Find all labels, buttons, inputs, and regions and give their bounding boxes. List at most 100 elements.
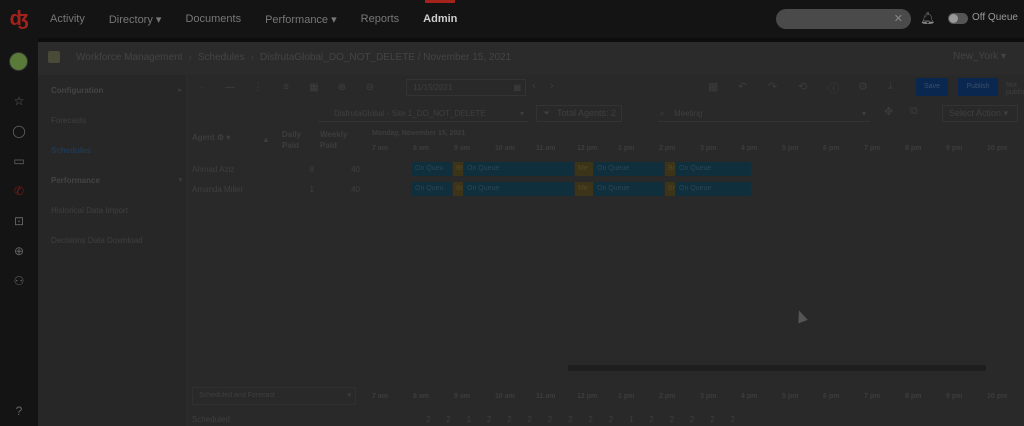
scheduled-forecast-select[interactable]: Scheduled and Forecast ▾ xyxy=(192,387,356,405)
add-user-icon[interactable]: ⚇ xyxy=(11,273,27,289)
schedule-segment[interactable]: On Queue xyxy=(464,162,574,176)
nav-admin[interactable]: Admin xyxy=(411,0,469,38)
schedule-segment[interactable]: On Queue xyxy=(594,182,664,196)
weekly-paid-header: Weekly Paid xyxy=(320,130,348,150)
zoom-out-icon[interactable]: ⊖ xyxy=(356,82,384,93)
schedule-segment[interactable]: On Queu xyxy=(412,162,452,176)
nav-activity[interactable]: Activity xyxy=(38,0,97,38)
warning-icon: ▲ xyxy=(262,135,270,144)
app-root: ʤ Activity Directory ▾ Documents Perform… xyxy=(0,0,1024,426)
activity-select[interactable]: ⌕ Meeting ▾ xyxy=(658,105,870,122)
gear-icon[interactable]: ⚙ xyxy=(858,80,868,93)
scheduled-count: 2 xyxy=(588,415,593,424)
timezone-select[interactable]: New_York ▾ xyxy=(953,51,1006,62)
sidebar-item-historical-import[interactable]: Historical Data Import xyxy=(38,195,186,225)
schedule-segment[interactable]: Me xyxy=(575,162,593,176)
sidebar-item-performance[interactable]: Performance ▾ xyxy=(38,165,186,195)
schedule-segment[interactable]: Br xyxy=(665,162,675,176)
nav-documents[interactable]: Documents xyxy=(173,0,253,38)
sidebar-item-forecasts[interactable]: Forecasts xyxy=(38,105,186,135)
daily-paid: 8 xyxy=(309,165,314,174)
info-icon[interactable]: ⓘ xyxy=(828,80,839,96)
back-icon[interactable] xyxy=(48,51,60,63)
nav-reports[interactable]: Reports xyxy=(349,0,412,38)
breadcrumb-current: DisfrutaGlobal_DO_NOT_DELETE / November … xyxy=(259,51,512,63)
calendar-icon[interactable]: ▦ xyxy=(513,80,521,95)
sidebar-item-schedules[interactable]: Schedules xyxy=(38,135,186,165)
hour-label: 5 pm xyxy=(782,145,799,152)
horizontal-scrollbar[interactable] xyxy=(568,365,986,371)
agent-column-header[interactable]: Agent ⚙ ▾ xyxy=(192,133,230,142)
schedule-segment[interactable]: On Queue xyxy=(676,182,751,196)
schedule-grid: Agent ⚙ ▾ ▲ Daily Paid Weekly Paid Monday,… xyxy=(188,129,1024,357)
sidebar-item-decisions-download[interactable]: Decisions Data Download xyxy=(38,225,186,255)
agent-name[interactable]: Amanda Miller xyxy=(192,185,243,194)
minus-icon[interactable]: · xyxy=(188,82,216,93)
hour-label: 3 pm xyxy=(700,393,717,400)
calendar-add-icon[interactable]: ▦ xyxy=(708,80,718,93)
schedule-content: · — ⋮ ≡ ▦ ⊕ ⊖ 11/15/2021 ▦ ‹ › ▦ ↶ ↷ ⟲ ⓘ … xyxy=(188,75,1024,426)
hour-label: 8 pm xyxy=(905,393,922,400)
prev-day-icon[interactable]: ‹ xyxy=(532,80,536,92)
nav-directory[interactable]: Directory ▾ xyxy=(97,0,174,38)
chat-icon[interactable]: ◯ xyxy=(11,123,27,139)
select-action-dropdown[interactable]: Select Action ▾ xyxy=(942,105,1018,122)
hour-label: 10 am xyxy=(495,145,515,152)
avatar[interactable] xyxy=(9,52,28,71)
zoom-in-icon[interactable]: ⊕ xyxy=(328,82,356,93)
more-vertical-icon[interactable]: ⋮ xyxy=(244,82,272,93)
inbox-icon[interactable]: ⊡ xyxy=(11,213,27,229)
schedule-segment[interactable]: On Queu xyxy=(412,182,452,196)
hour-label: 11 am xyxy=(536,393,556,400)
breadcrumb-schedules[interactable]: Schedules xyxy=(198,52,245,63)
schedule-segment[interactable]: On Queue xyxy=(594,162,664,176)
date-picker[interactable]: 11/15/2021 ▦ xyxy=(406,79,526,96)
weekly-paid: 40 xyxy=(351,165,360,174)
queue-toggle[interactable] xyxy=(948,13,968,24)
app-logo-icon[interactable]: ʤ xyxy=(0,0,38,38)
scheduled-count: 2 xyxy=(568,415,573,424)
download-icon[interactable]: ⤓ xyxy=(888,80,893,93)
schedule-segment[interactable]: On Queue xyxy=(464,182,574,196)
chevron-down-icon: ▾ xyxy=(519,109,524,118)
copy-icon[interactable]: ⧉ xyxy=(910,105,918,118)
site-select[interactable]: DisfrutaGlobal - Site 1_DO_NOT_DELETE ▾ xyxy=(318,105,528,122)
help-icon[interactable]: ? xyxy=(11,403,27,419)
daily-paid-header: Daily Paid xyxy=(282,130,302,150)
total-agents-filter[interactable]: ⏷ Total Agents: 2 xyxy=(536,105,622,122)
undo-icon[interactable]: ↶ xyxy=(738,80,747,93)
global-search-input[interactable]: ✕ xyxy=(776,9,911,29)
chevron-down-icon: ▾ xyxy=(178,177,182,184)
scheduled-count: 2 xyxy=(608,415,614,424)
breadcrumb: Workforce Management › Schedules › Disfr… xyxy=(38,42,1024,72)
breadcrumb-workforce[interactable]: Workforce Management xyxy=(76,52,183,63)
star-icon[interactable]: ☆ xyxy=(11,93,27,109)
hour-label: 10 pm xyxy=(987,393,1008,400)
schedule-segment[interactable]: On Queue xyxy=(676,162,751,176)
move-icon[interactable]: ✥ xyxy=(884,105,893,118)
scheduled-count: 2 xyxy=(547,415,553,424)
list-icon[interactable]: ≡ xyxy=(272,82,300,93)
phone-icon[interactable]: ✆ xyxy=(11,183,27,199)
hour-label: 12 pm xyxy=(577,145,598,152)
sidebar-item-configuration[interactable]: Configuration ▸ xyxy=(38,75,186,105)
schedule-segment[interactable]: Br xyxy=(665,182,675,196)
schedule-segment[interactable]: Me xyxy=(575,182,593,196)
schedule-segment[interactable]: Br xyxy=(453,162,463,176)
search-icon: ⌕ xyxy=(660,109,665,118)
clear-search-icon[interactable]: ✕ xyxy=(894,12,903,25)
save-button[interactable]: Save xyxy=(916,78,948,96)
redo-icon[interactable]: ↷ xyxy=(768,80,777,93)
calendar-icon[interactable]: ▦ xyxy=(300,82,328,93)
globe-icon[interactable]: ⊕ xyxy=(11,243,27,259)
history-icon[interactable]: ⟲ xyxy=(798,80,807,93)
nav-performance[interactable]: Performance ▾ xyxy=(253,0,349,38)
publish-button[interactable]: Publish xyxy=(958,78,998,96)
dash-icon[interactable]: — xyxy=(216,82,244,93)
agent-name[interactable]: Ahmad Aziz xyxy=(192,165,234,174)
video-icon[interactable]: ▭ xyxy=(11,153,27,169)
bell-icon[interactable]: 🔔︎ xyxy=(920,11,935,25)
schedule-segment[interactable]: Br xyxy=(453,182,463,196)
next-day-icon[interactable]: › xyxy=(550,80,554,92)
scheduled-count: 2 xyxy=(710,415,715,424)
